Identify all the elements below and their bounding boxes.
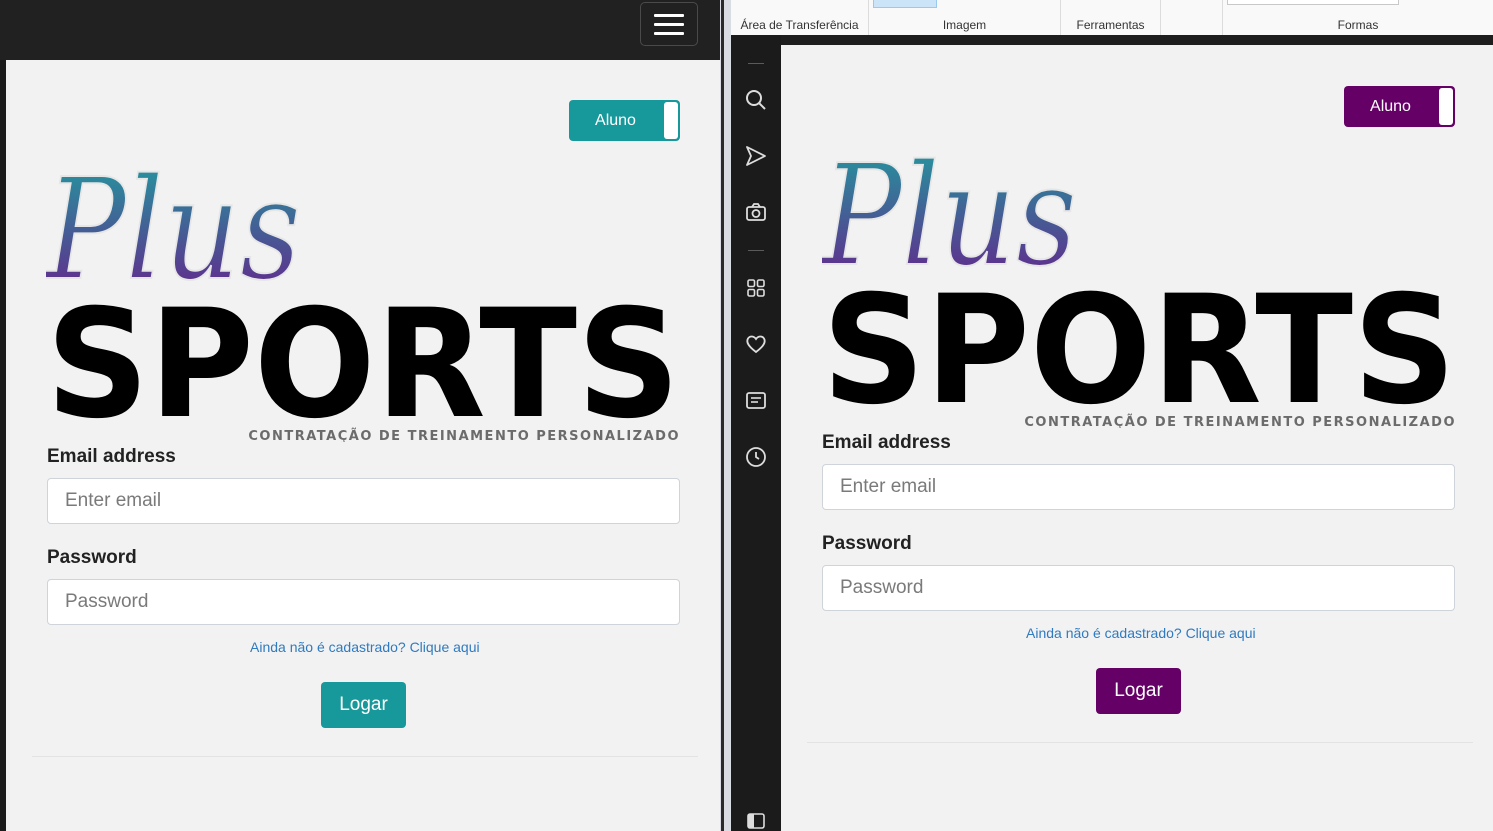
right-login-page: Aluno Plus SPORTS CONTRATAÇÃO DE TREINAM… [781, 45, 1493, 831]
search-icon[interactable] [744, 88, 768, 112]
browser-sidebar [731, 35, 781, 831]
plus-sports-logo: Plus SPORTS CONTRATAÇÃO DE TREINAMENTO P… [822, 152, 1456, 428]
logo-tagline: CONTRATAÇÃO DE TREINAMENTO PERSONALIZADO [248, 428, 680, 442]
divider-line [32, 756, 698, 757]
apps-icon[interactable] [744, 276, 768, 300]
paint-ribbon: Área de Transferência Imagem Ferramentas… [731, 0, 1493, 36]
ribbon-bottom-bar [731, 35, 1493, 45]
role-toggle[interactable]: Aluno [569, 100, 680, 141]
send-icon[interactable] [744, 144, 768, 168]
heart-icon[interactable] [744, 332, 768, 356]
email-label: Email address [822, 432, 951, 453]
email-field[interactable] [47, 478, 680, 524]
ribbon-group-brushes[interactable] [1161, 0, 1223, 35]
ribbon-group-image[interactable]: Imagem [869, 0, 1061, 35]
logo-sports-text: SPORTS [46, 278, 680, 442]
ribbon-group-label: Formas [1337, 18, 1379, 32]
history-icon[interactable] [744, 445, 768, 469]
ribbon-group-label: Imagem [942, 18, 987, 32]
signup-link[interactable]: Ainda não é cadastrado? Clique aqui [1026, 625, 1256, 641]
password-field[interactable] [822, 565, 1455, 611]
password-label: Password [47, 547, 137, 568]
ribbon-group-label: Área de Transferência [740, 18, 859, 32]
password-field[interactable] [47, 579, 680, 625]
plus-sports-logo: Plus SPORTS CONTRATAÇÃO DE TREINAMENTO P… [46, 166, 680, 442]
login-button[interactable]: Logar [1096, 668, 1181, 714]
role-toggle-label: Aluno [1370, 97, 1411, 115]
ribbon-group-tools[interactable]: Ferramentas [1061, 0, 1161, 35]
left-login-page: Aluno Plus SPORTS CONTRATAÇÃO DE TREINAM… [6, 60, 720, 831]
left-navbar [0, 0, 721, 60]
ribbon-group-label: Ferramentas [1076, 18, 1145, 32]
divider-line [807, 742, 1473, 743]
password-label: Password [822, 533, 912, 554]
role-toggle[interactable]: Aluno [1344, 86, 1455, 127]
toggle-knob [664, 102, 678, 139]
role-toggle-label: Aluno [595, 111, 636, 129]
sidebar-separator [748, 63, 764, 64]
ribbon-group-shapes[interactable]: Formas [1223, 0, 1493, 35]
window-divider [720, 0, 731, 831]
logo-tagline: CONTRATAÇÃO DE TREINAMENTO PERSONALIZADO [1024, 414, 1456, 428]
toggle-knob [1439, 88, 1453, 125]
login-button[interactable]: Logar [321, 682, 406, 728]
hamburger-icon[interactable] [640, 2, 698, 46]
logo-sports-text: SPORTS [822, 264, 1456, 428]
email-label: Email address [47, 446, 176, 467]
signup-link[interactable]: Ainda não é cadastrado? Clique aqui [250, 639, 480, 655]
email-field[interactable] [822, 464, 1455, 510]
news-icon[interactable] [744, 389, 768, 413]
camera-icon[interactable] [744, 200, 768, 224]
sidebar-separator [748, 250, 764, 251]
panel-icon[interactable] [744, 809, 768, 831]
ribbon-group-clipboard[interactable]: Área de Transferência [731, 0, 869, 35]
